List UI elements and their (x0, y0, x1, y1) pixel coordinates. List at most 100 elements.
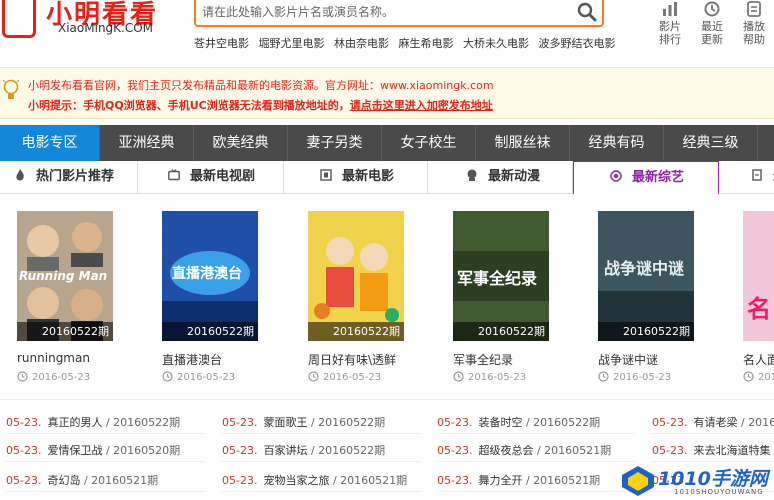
card-date-text: 2016-05-23 (177, 372, 236, 383)
list-item[interactable]: 05-23. 百家讲坛 / 20160522期 (222, 440, 420, 462)
variety-card[interactable]: 名 名人面 2016-05-2 (743, 211, 774, 385)
card-date: 2016-05-23 (308, 371, 381, 383)
card-title[interactable]: runningman (17, 351, 90, 365)
item-title[interactable]: 有请老梁 (693, 416, 737, 429)
item-episode: / 20160522期 (740, 416, 774, 429)
card-date-text: 2016-05-23 (613, 372, 672, 383)
hot-word-link[interactable]: 麻生希电影 (399, 37, 454, 50)
list-item[interactable]: 05-23. 真正的男人 / 20160522期 (6, 412, 204, 434)
item-title[interactable]: 真正的男人 (47, 416, 102, 429)
card-title[interactable]: 军事全纪录 (453, 351, 513, 368)
hot-search-words: 苍井空电影 堀野尤里电影 林由奈电影 麻生希电影 大桥未久电影 波多野结衣电影 (194, 35, 622, 51)
poster-title-text: 军事全纪录 (457, 269, 538, 288)
category-tab[interactable]: 制服丝袜 (476, 125, 570, 161)
site-logo[interactable]: 小明看看 XiaoMingK.COM (0, 0, 170, 44)
quick-link-ranking[interactable]: 影片 排行 (650, 0, 690, 46)
card-title[interactable]: 直播港澳台 (162, 351, 222, 368)
item-title[interactable]: 舞力全开 (478, 474, 522, 487)
clock-icon (453, 371, 464, 382)
hot-word-link[interactable]: 苍井空电影 (194, 37, 249, 50)
item-date: 05-23. (437, 444, 473, 457)
search-input[interactable] (202, 2, 562, 22)
card-date-text: 2016-05-23 (323, 372, 382, 383)
tab-anime[interactable]: 最新动漫 (428, 161, 573, 193)
card-date: 2016-05-23 (162, 371, 235, 383)
tab-label: 最新电影 (342, 169, 395, 184)
item-date: 05-23. (6, 444, 42, 457)
anime-icon (467, 169, 477, 181)
card-title[interactable]: 名人面 (743, 351, 774, 368)
encrypted-address-link[interactable]: 请点击这里进入加密发布地址 (350, 99, 493, 112)
watermark-logo-icon (622, 466, 654, 496)
category-tab-movies[interactable]: 电影专区 (0, 125, 100, 161)
card-date: 2016-05-23 (453, 371, 526, 383)
list-item[interactable]: 05-23. 蒙面歌王 / 20160522期 (222, 412, 420, 434)
item-title[interactable]: 超级夜总会 (478, 444, 533, 457)
quick-links: 影片 排行 最近 更新 播放 帮助 (650, 0, 774, 50)
tab-hot-movies[interactable]: 热门影片推荐 (0, 161, 138, 193)
list-item[interactable]: 05-23. 有请老梁 / 20160522期 (652, 412, 774, 434)
item-date: 05-23. (652, 416, 688, 429)
poster-image[interactable]: 军事全纪录 20160522期 (453, 211, 549, 341)
hot-word-link[interactable]: 堀野尤里电影 (259, 37, 325, 50)
hot-word-link[interactable]: 林由奈电影 (334, 37, 389, 50)
hot-word-link[interactable]: 大桥未久电影 (463, 37, 529, 50)
variety-card[interactable]: 军事全纪录 20160522期 军事全纪录 2016-05-23 (453, 211, 549, 385)
clock-icon (162, 371, 173, 382)
item-episode: / 20160521期 (329, 474, 408, 487)
hot-word-link[interactable]: 波多野结衣电影 (539, 37, 616, 50)
category-tab[interactable]: 女子校生 (382, 125, 476, 161)
category-tab[interactable]: 亚洲经典 (100, 125, 194, 161)
item-title[interactable]: 装备时空 (478, 416, 522, 429)
tab-tv-series[interactable]: 最新电视剧 (138, 161, 284, 193)
category-tab[interactable]: 经典三级 (664, 125, 758, 161)
poster-image[interactable]: 20160522期 (308, 211, 404, 341)
variety-card[interactable]: 直播港澳台 20160522期 直播港澳台 2016-05-23 (162, 211, 258, 385)
tab-variety[interactable]: 最新综艺 (573, 161, 719, 195)
poster-image[interactable]: 战争谜中谜 20160522期 (598, 211, 694, 341)
poster-image[interactable]: 名 (743, 211, 774, 341)
variety-card[interactable]: 20160522期 周日好有味\透鲜 2016-05-23 (308, 211, 404, 385)
help-icon (747, 1, 761, 17)
list-item[interactable]: 05-23. 爱情保卫战 / 20160520期 (6, 440, 204, 462)
variety-card[interactable]: Running Man 20160522期 runningman 2016-05… (17, 211, 113, 385)
episode-badge: 20160522期 (453, 322, 549, 341)
quick-link-help[interactable]: 播放 帮助 (734, 0, 774, 46)
list-item[interactable]: 05-23. 舞力全开 / 20160521期 (437, 470, 635, 492)
tab-label: 最新动漫 (488, 169, 541, 184)
variety-card[interactable]: 战争谜中谜 20160522期 战争谜中谜 2016-05-23 (598, 211, 694, 385)
card-title[interactable]: 周日好有味\透鲜 (308, 351, 396, 368)
tab-more[interactable]: 最 (719, 161, 774, 193)
episode-badge: 20160522期 (17, 322, 113, 341)
item-title[interactable]: 蒙面歌王 (263, 416, 307, 429)
item-episode: / 20160522期 (307, 444, 386, 457)
list-item[interactable]: 05-23. 宠物当家之旅 / 20160521期 (222, 470, 420, 492)
list-item[interactable]: 05-23. 来去北海道特集 (652, 440, 774, 462)
item-title[interactable]: 来去北海道特集 (693, 444, 770, 457)
poster-title-text: Running Man (19, 269, 108, 283)
item-episode: / 20160521期 (522, 474, 601, 487)
poster-image[interactable]: 直播港澳台 20160522期 (162, 211, 258, 341)
list-item[interactable]: 05-23. 装备时空 / 20160522期 (437, 412, 635, 434)
category-tab[interactable]: 妻子另类 (288, 125, 382, 161)
poster-image[interactable]: Running Man 20160522期 (17, 211, 113, 341)
item-title[interactable]: 宠物当家之旅 (263, 474, 329, 487)
list-item[interactable]: 05-23. 超级夜总会 / 20160521期 (437, 440, 635, 462)
card-title[interactable]: 战争谜中谜 (598, 351, 658, 368)
list-item[interactable]: 05-23. 奇幻岛 / 20160521期 (6, 470, 204, 492)
item-title[interactable]: 奇幻岛 (47, 474, 80, 487)
quick-link-label: 影片 (659, 20, 681, 33)
poster-title-text: 直播港澳台 (172, 266, 242, 282)
quick-link-updates[interactable]: 最近 更新 (692, 0, 732, 46)
category-tab[interactable]: 欧美经典 (194, 125, 288, 161)
item-title[interactable]: 百家讲坛 (263, 444, 307, 457)
category-tab[interactable]: 经典有码 (570, 125, 664, 161)
search-button[interactable] (576, 2, 598, 22)
item-date: 05-23. (6, 474, 42, 487)
quick-link-label: 最近 (701, 20, 723, 33)
refresh-icon (704, 1, 720, 17)
tab-movies[interactable]: 最新电影 (284, 161, 428, 193)
item-date: 05-23. (437, 474, 473, 487)
official-url-link[interactable]: www.xiaomingk.com (380, 79, 494, 92)
item-title[interactable]: 爱情保卫战 (47, 444, 102, 457)
